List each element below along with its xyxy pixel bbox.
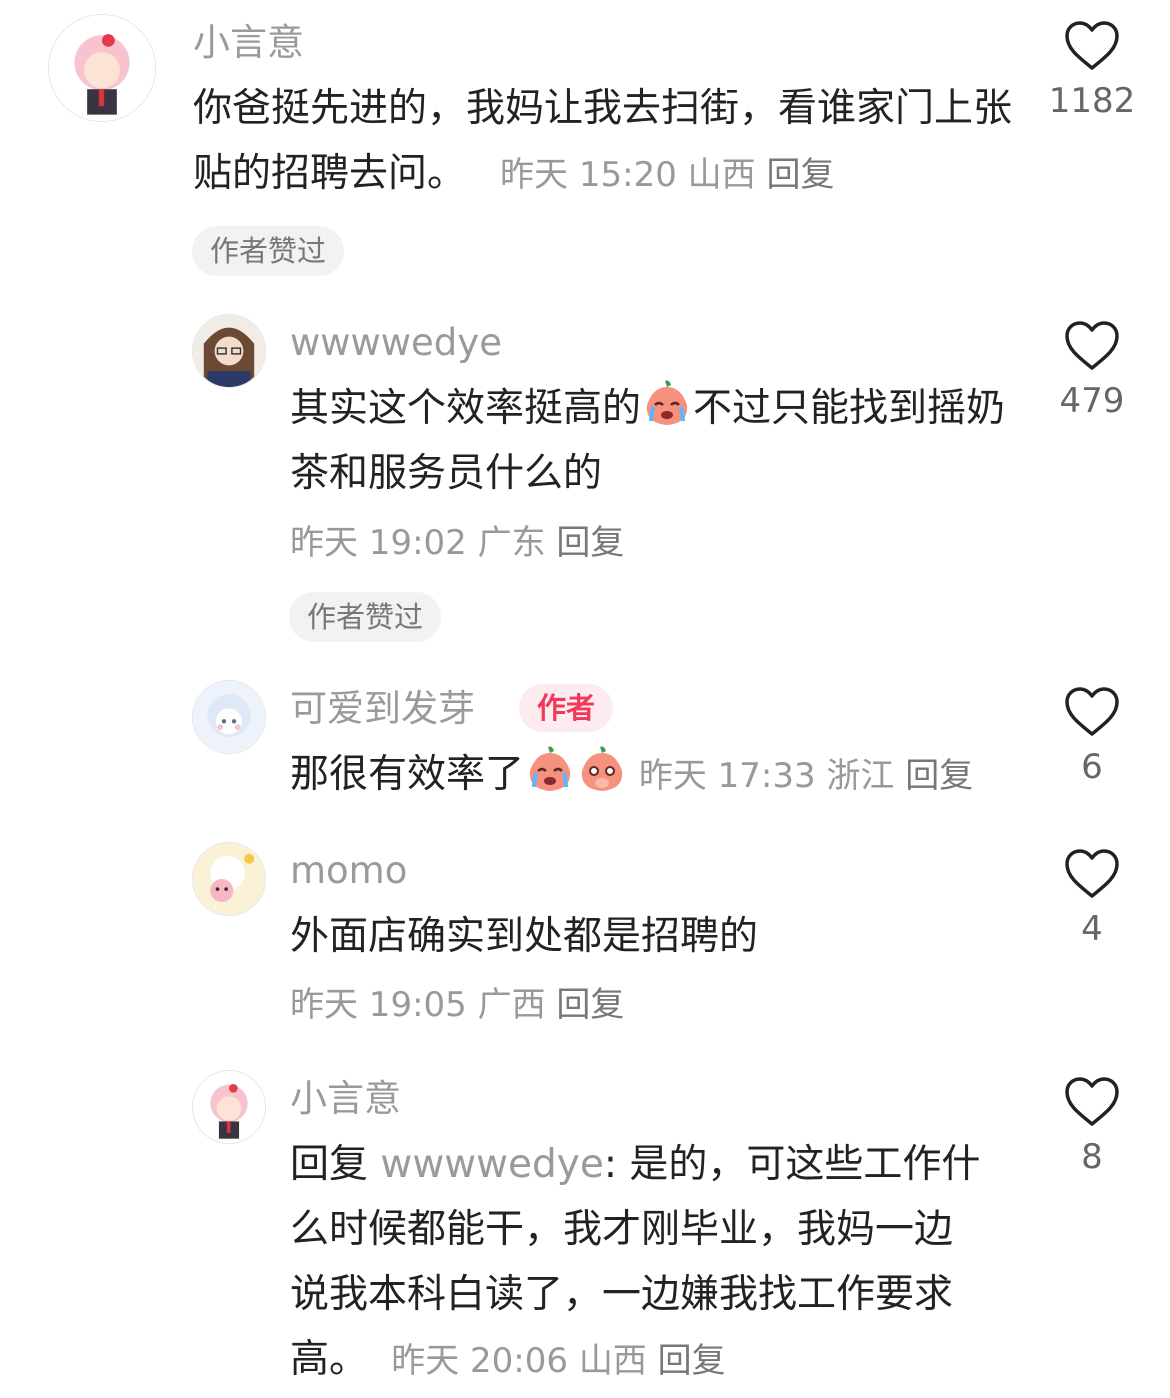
avatar[interactable] xyxy=(192,680,266,754)
comment-meta: 昨天 19:02 广东 回复 xyxy=(290,526,624,560)
heart-icon[interactable] xyxy=(1063,320,1121,372)
comment-text: 其实这个效率挺高的 不过只能找到摇奶茶和服务员什么的 xyxy=(290,376,1010,506)
reply-button[interactable]: 回复 xyxy=(766,155,834,195)
author-liked-badge: 作者赞过 xyxy=(289,592,442,642)
comment-text: 那很有效率了 昨天 17:33 浙江 回复 xyxy=(290,742,1030,809)
comment-meta: 昨天 19:05 广西 回复 xyxy=(290,988,624,1022)
reply-button[interactable]: 回复 xyxy=(556,523,624,563)
comment-body: 那很有效率了 xyxy=(290,752,525,797)
like-count: 4 xyxy=(1081,909,1103,949)
comment-meta: 昨天 17:33 浙江 回复 xyxy=(628,756,973,796)
comment-text: 回复 wwwwedye: 是的，可这些工作什么时候都能干，我才刚毕业，我妈一边说… xyxy=(290,1132,990,1394)
comment-body-start: 其实这个效率挺高的 xyxy=(290,386,642,431)
like-count: 6 xyxy=(1081,747,1103,787)
like-count: 8 xyxy=(1081,1137,1103,1177)
like-count: 1182 xyxy=(1048,81,1136,121)
like-control[interactable]: 6 xyxy=(1037,686,1147,784)
like-control[interactable]: 4 xyxy=(1037,848,1147,946)
author-liked-badge: 作者赞过 xyxy=(192,226,345,276)
comment-time: 昨天 17:33 xyxy=(638,756,816,796)
comment-time: 昨天 15:20 xyxy=(500,155,677,195)
comment-text: 你爸挺先进的，我妈让我去扫街，看谁家门上张贴的招聘去问。 昨天 15:20 山西… xyxy=(193,76,1023,208)
avatar[interactable] xyxy=(192,314,266,388)
heart-icon[interactable] xyxy=(1063,20,1121,72)
heart-icon[interactable] xyxy=(1063,1076,1121,1128)
reply-button[interactable]: 回复 xyxy=(905,756,973,796)
mention-colon: : xyxy=(603,1142,630,1187)
username[interactable]: 可爱到发芽 xyxy=(290,690,475,727)
comment-location: 山西 xyxy=(687,155,756,195)
author-badge: 作者 xyxy=(519,684,614,732)
comment-text: 外面店确实到处都是招聘的 xyxy=(290,904,1010,969)
comment-location: 广东 xyxy=(477,523,546,563)
reply-prefix: 回复 xyxy=(290,1142,369,1187)
avatar[interactable] xyxy=(192,1070,266,1144)
comment-body: 外面店确实到处都是招聘的 xyxy=(290,914,759,959)
reply-button[interactable]: 回复 xyxy=(556,985,624,1025)
avatar[interactable] xyxy=(192,842,266,916)
crying-peach-emoji xyxy=(641,377,693,429)
reply-button[interactable]: 回复 xyxy=(658,1341,726,1381)
comment-meta: 昨天 20:06 山西 回复 xyxy=(380,1341,725,1381)
username[interactable]: 小言意 xyxy=(290,1080,401,1117)
heart-icon[interactable] xyxy=(1063,686,1121,738)
comment-meta: 昨天 15:20 山西 回复 xyxy=(478,155,834,195)
comment-location: 浙江 xyxy=(826,756,895,796)
heart-icon[interactable] xyxy=(1063,848,1121,900)
avatar[interactable] xyxy=(48,14,156,122)
comment-location: 广西 xyxy=(477,985,546,1025)
like-control[interactable]: 8 xyxy=(1037,1076,1147,1174)
username[interactable]: wwwwedye xyxy=(290,324,502,361)
comment-time: 昨天 19:02 xyxy=(290,523,467,563)
like-control[interactable]: 1182 xyxy=(1037,20,1147,118)
username[interactable]: momo xyxy=(290,852,407,889)
like-count: 479 xyxy=(1059,381,1125,421)
shy-peach-emoji xyxy=(576,743,628,795)
username[interactable]: 小言意 xyxy=(193,24,304,61)
crying-peach-emoji xyxy=(524,743,576,795)
comment-time: 昨天 19:05 xyxy=(290,985,467,1025)
reply-mention[interactable]: wwwwedye xyxy=(380,1142,603,1187)
comment-location: 山西 xyxy=(578,1341,647,1381)
like-control[interactable]: 479 xyxy=(1037,320,1147,418)
comment-time: 昨天 20:06 xyxy=(391,1341,569,1381)
